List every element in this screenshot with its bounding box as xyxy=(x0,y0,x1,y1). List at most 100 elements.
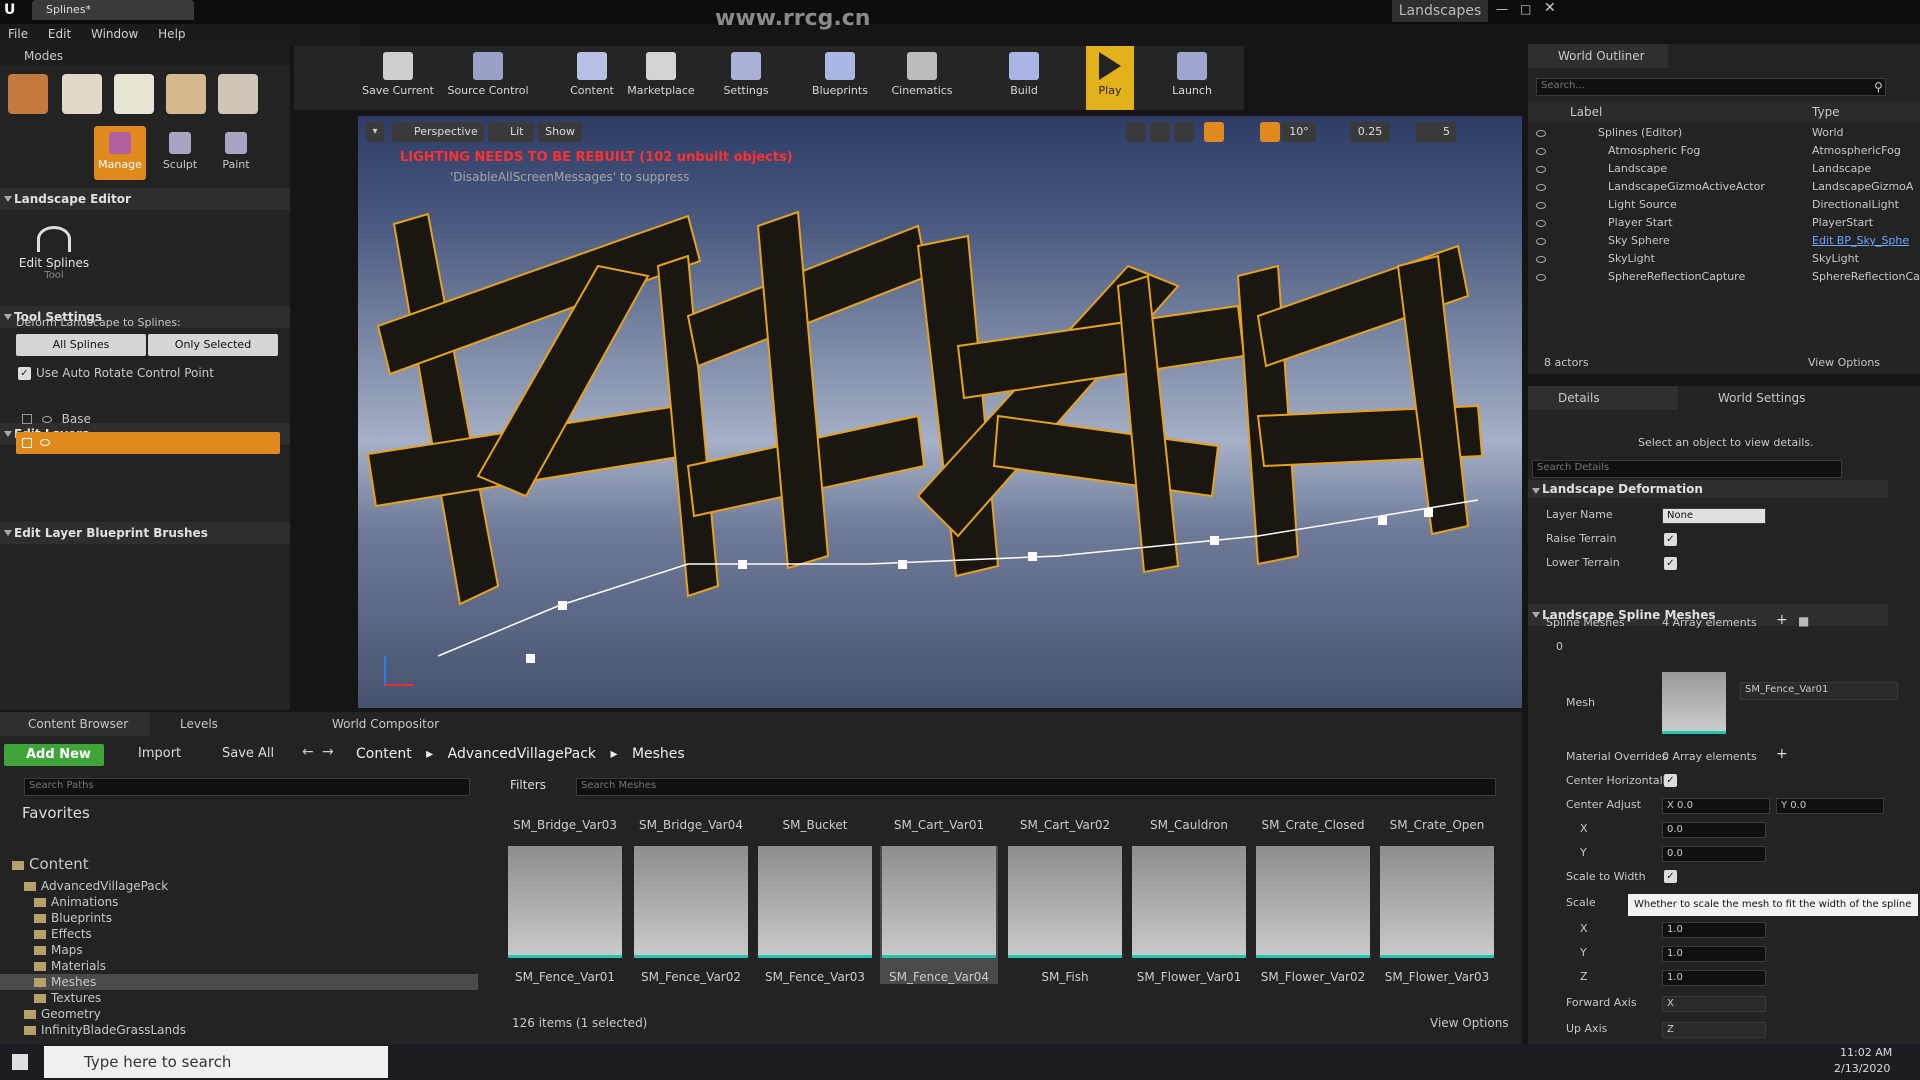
asset-tile[interactable]: SM_Crate_Closed SM_Flower_Var02 xyxy=(1254,818,1372,984)
viewport-options-button[interactable]: ▾ xyxy=(366,122,384,142)
asset-tile[interactable]: SM_Cauldron SM_Flower_Var01 xyxy=(1130,818,1248,984)
lit-button[interactable]: Lit xyxy=(488,122,534,142)
show-button[interactable]: Show xyxy=(538,122,582,142)
visibility-eye-icon[interactable] xyxy=(1536,237,1546,245)
maximize-button[interactable]: □ xyxy=(1520,2,1531,16)
translate-tool-icon[interactable] xyxy=(1126,122,1146,142)
outliner-row[interactable]: Splines (Editor) World xyxy=(1528,124,1920,142)
manage-tab[interactable]: Manage xyxy=(94,126,146,180)
add-new-button[interactable]: Add New xyxy=(4,744,104,766)
visibility-eye-icon[interactable] xyxy=(1536,129,1546,137)
asset-tile[interactable]: SM_Bucket SM_Fence_Var03 xyxy=(756,818,874,984)
cinematics-button[interactable]: Cinematics xyxy=(886,46,958,110)
back-arrow-icon[interactable]: ← xyxy=(302,744,314,760)
minimize-button[interactable]: — xyxy=(1496,2,1508,16)
play-button[interactable]: Play xyxy=(1086,46,1134,110)
level-tab[interactable]: Splines* xyxy=(32,0,194,20)
layer-row-selected[interactable] xyxy=(16,432,280,454)
add-material-icon[interactable]: + xyxy=(1776,746,1788,762)
marketplace-button[interactable]: Marketplace xyxy=(624,46,698,110)
outliner-row[interactable]: Player Start PlayerStart xyxy=(1528,214,1920,232)
asset-tile[interactable]: SM_Crate_Open SM_Flower_Var03 xyxy=(1378,818,1496,984)
ca-x-field[interactable]: 0.0 xyxy=(1662,822,1766,838)
tree-item-effects[interactable]: Effects xyxy=(0,926,478,942)
asset-tile-selected[interactable]: SM_Cart_Var01 SM_Fence_Var04 xyxy=(880,818,998,984)
sculpt-tab[interactable]: Sculpt xyxy=(154,126,206,180)
up-axis-select[interactable]: Z xyxy=(1662,1022,1766,1038)
scale-x-field[interactable]: 1.0 xyxy=(1662,922,1766,938)
center-adjust-y[interactable]: Y 0.0 xyxy=(1776,798,1884,814)
add-element-icon[interactable]: + xyxy=(1776,612,1788,628)
content-button[interactable]: Content xyxy=(562,46,622,110)
outliner-search-input[interactable]: Search... xyxy=(1536,78,1886,96)
all-splines-button[interactable]: All Splines xyxy=(16,334,146,356)
breadcrumb-pack[interactable]: AdvancedVillagePack xyxy=(448,746,596,762)
forward-arrow-icon[interactable]: → xyxy=(322,744,334,760)
blueprint-brushes-header[interactable]: Edit Layer Blueprint Brushes xyxy=(0,522,290,544)
mesh-thumbnail[interactable] xyxy=(1662,672,1726,734)
perspective-button[interactable]: Perspective xyxy=(392,122,484,142)
forward-axis-select[interactable]: X xyxy=(1662,996,1766,1012)
outliner-tab[interactable]: World Outliner xyxy=(1528,44,1668,68)
foliage-mode-icon[interactable] xyxy=(166,74,206,114)
outliner-row[interactable]: Landscape Landscape xyxy=(1528,160,1920,178)
windows-start-icon[interactable] xyxy=(12,1054,28,1070)
geometry-mode-icon[interactable] xyxy=(218,74,258,114)
visibility-eye-icon[interactable] xyxy=(1536,201,1546,209)
raise-terrain-checkbox[interactable]: ✓ xyxy=(1664,533,1677,546)
search-paths-input[interactable]: Search Paths xyxy=(24,778,470,796)
cb-view-options[interactable]: View Options xyxy=(1430,1016,1509,1030)
angle-snap-value[interactable]: 10° xyxy=(1282,122,1316,142)
visibility-eye-icon[interactable] xyxy=(1536,273,1546,281)
visibility-eye-icon[interactable] xyxy=(1536,183,1546,191)
visibility-eye-icon[interactable] xyxy=(40,439,50,446)
settings-button[interactable]: Settings xyxy=(714,46,778,110)
asset-tile[interactable]: SM_Cart_Var02 SM_Fish xyxy=(1006,818,1124,984)
only-selected-button[interactable]: Only Selected xyxy=(148,334,278,356)
launch-button[interactable]: Launch xyxy=(1166,46,1218,110)
outliner-row[interactable]: SkyLight SkyLight xyxy=(1528,250,1920,268)
layer-row-base[interactable]: Base xyxy=(16,408,280,430)
center-adjust-x[interactable]: X 0.0 xyxy=(1662,798,1770,814)
center-horizontally-checkbox[interactable]: ✓ xyxy=(1664,774,1677,787)
taskbar-search-input[interactable]: Type here to search xyxy=(44,1046,388,1078)
content-browser-tab[interactable]: Content Browser xyxy=(0,712,150,736)
outliner-row[interactable]: SphereReflectionCapture SphereReflectionC… xyxy=(1528,268,1920,286)
asset-tile[interactable]: SM_Bridge_Var03 SM_Fence_Var01 xyxy=(506,818,624,984)
lock-icon[interactable] xyxy=(22,438,32,448)
lower-terrain-checkbox[interactable]: ✓ xyxy=(1664,557,1677,570)
save-all-button[interactable]: Save All xyxy=(204,746,274,761)
asset-tile[interactable]: SM_Bridge_Var04 SM_Fence_Var02 xyxy=(632,818,750,984)
delete-elements-icon[interactable]: ■ xyxy=(1798,614,1809,628)
tree-item-grasslands[interactable]: InfinityBladeGrassLands xyxy=(0,1022,478,1038)
grid-snap-icon[interactable] xyxy=(1204,122,1224,142)
menu-edit[interactable]: Edit xyxy=(40,24,79,41)
tree-item-blueprints[interactable]: Blueprints xyxy=(0,910,478,926)
viewport[interactable]: ▾ Perspective Lit Show LIGHTING NEEDS TO… xyxy=(358,116,1522,708)
tree-item-animations[interactable]: Animations xyxy=(0,894,478,910)
lock-icon[interactable] xyxy=(22,414,32,424)
paint-mode-icon[interactable] xyxy=(62,74,102,114)
breadcrumb-content[interactable]: Content xyxy=(356,746,412,762)
tree-item-content[interactable]: Content xyxy=(0,856,478,876)
breadcrumb-meshes[interactable]: Meshes xyxy=(632,746,685,762)
outliner-row[interactable]: Atmospheric Fog AtmosphericFog xyxy=(1528,142,1920,160)
close-button[interactable]: ✕ xyxy=(1544,0,1556,16)
details-tab[interactable]: Details xyxy=(1528,386,1678,410)
visibility-eye-icon[interactable] xyxy=(41,416,52,423)
edit-splines-tool[interactable]: Edit Splines Tool xyxy=(14,226,94,281)
outliner-row[interactable]: LandscapeGizmoActiveActor LandscapeGizmoA xyxy=(1528,178,1920,196)
search-meshes-input[interactable]: Search Meshes xyxy=(576,778,1496,796)
details-search-input[interactable]: Search Details xyxy=(1532,460,1842,478)
place-mode-icon[interactable] xyxy=(8,74,48,114)
scale-y-field[interactable]: 1.0 xyxy=(1662,946,1766,962)
scale-to-width-checkbox[interactable]: ✓ xyxy=(1664,870,1677,883)
scale-tool-icon[interactable] xyxy=(1174,122,1194,142)
menu-window[interactable]: Window xyxy=(83,24,146,41)
visibility-eye-icon[interactable] xyxy=(1536,255,1546,263)
menu-file[interactable]: File xyxy=(0,24,36,41)
rotate-tool-icon[interactable] xyxy=(1150,122,1170,142)
auto-rotate-checkbox[interactable]: ✓ xyxy=(18,367,31,380)
outliner-row[interactable]: Light Source DirectionalLight xyxy=(1528,196,1920,214)
mesh-selector[interactable]: SM_Fence_Var01 xyxy=(1740,682,1898,700)
